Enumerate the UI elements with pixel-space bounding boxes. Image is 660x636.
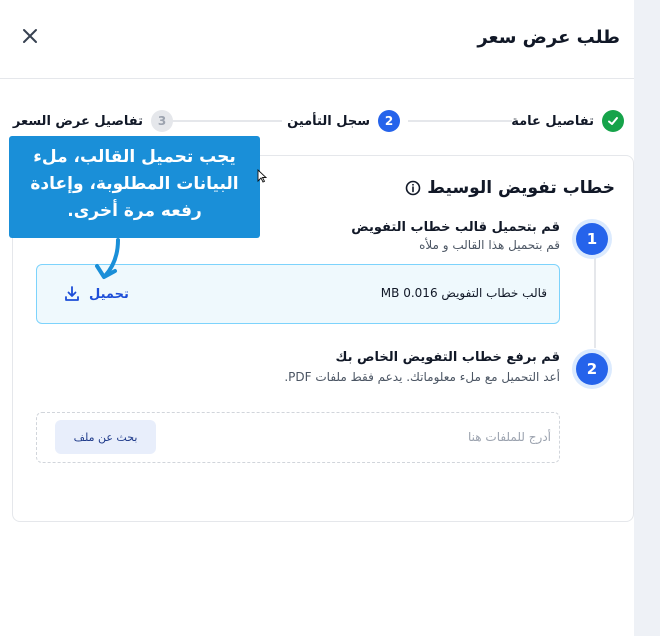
- step-label: تفاصيل عامة: [511, 113, 594, 129]
- stepper: تفاصيل عامة 2 سجل التأمين 3 تفاصيل عرض ا…: [13, 108, 624, 134]
- download-button[interactable]: تحميل: [63, 285, 129, 303]
- step-label: سجل التأمين: [287, 113, 370, 129]
- step-number: 2: [378, 110, 400, 132]
- side-strip: [634, 0, 660, 636]
- step1-title: قم بتحميل قالب خطاب التفويض: [351, 220, 560, 235]
- tooltip-line: البيانات المطلوبة، وإعادة: [30, 174, 239, 194]
- check-icon: [602, 110, 624, 132]
- step2-subtitle: أعد التحميل مع ملء معلوماتك. يدعم فقط مل…: [284, 370, 560, 384]
- step2-number: 2: [576, 353, 608, 385]
- tooltip-line: رفعه مرة أخرى.: [67, 201, 202, 221]
- step1-number: 1: [576, 223, 608, 255]
- pointer-arrow-icon: [95, 238, 120, 279]
- quote-request-dialog: طلب عرض سعر تفاصيل عامة 2 سجل التأمين 3 …: [0, 0, 660, 636]
- step-connector: [594, 258, 596, 348]
- step-number: 3: [151, 110, 173, 132]
- tooltip-line: يجب تحميل القالب، ملء: [33, 147, 236, 167]
- step-general-details[interactable]: تفاصيل عامة: [511, 108, 624, 134]
- step2-title: قم برفع خطاب التفويض الخاص بك: [335, 350, 560, 365]
- step-insurance-record[interactable]: 2 سجل التأمين: [287, 108, 400, 134]
- download-label: تحميل: [89, 286, 129, 302]
- file-dropzone[interactable]: أدرج للملفات هنا بحث عن ملف: [36, 412, 560, 463]
- dialog-title: طلب عرض سعر: [477, 27, 620, 48]
- dialog-header: طلب عرض سعر: [0, 0, 660, 79]
- mouse-cursor-icon: [257, 169, 267, 183]
- template-file-name: قالب خطاب التفويض 0.016 MB: [380, 286, 547, 300]
- stepper-line: [408, 120, 512, 122]
- card-title: خطاب تفويض الوسيط: [405, 178, 615, 198]
- close-icon[interactable]: [20, 26, 40, 46]
- stepper-line: [162, 120, 282, 122]
- card-title-text: خطاب تفويض الوسيط: [427, 178, 615, 198]
- instruction-tooltip: يجب تحميل القالب، ملء البيانات المطلوبة،…: [9, 136, 260, 238]
- info-icon[interactable]: [405, 180, 421, 196]
- step-label: تفاصيل عرض السعر: [12, 113, 143, 129]
- step-quote-details[interactable]: 3 تفاصيل عرض السعر: [13, 108, 173, 134]
- step1-subtitle: قم بتحميل هذا القالب و ملأه: [419, 238, 560, 252]
- download-icon: [65, 286, 79, 301]
- browse-file-button[interactable]: بحث عن ملف: [55, 420, 156, 454]
- dropzone-placeholder: أدرج للملفات هنا: [467, 430, 551, 444]
